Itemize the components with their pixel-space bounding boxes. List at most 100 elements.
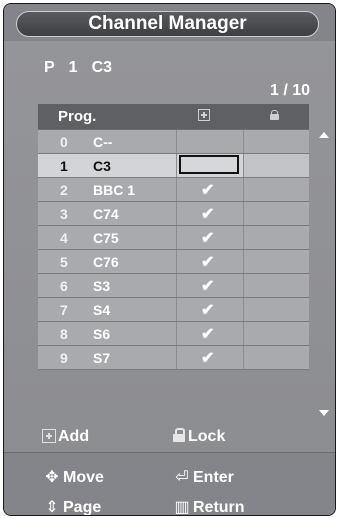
check-icon: ✔ <box>201 350 215 367</box>
lock-cell[interactable] <box>243 322 309 345</box>
footer-page-label: Page <box>63 499 102 516</box>
footer-enter: ⏎ Enter <box>174 467 234 487</box>
prog-number: 1 <box>60 158 68 174</box>
channel-manager-window: Channel Manager P 1 C3 1 / 10 Prog. 0 C-- 1 C… <box>3 3 336 516</box>
footer-move: ✥ Move <box>44 467 104 487</box>
footer-return-label: Return <box>193 499 245 516</box>
lock-cell[interactable] <box>243 178 309 201</box>
add-icon <box>42 429 56 443</box>
prog-cell: 9 S7 <box>38 346 176 369</box>
channel-row[interactable]: 4 C75 ✔ <box>38 226 309 250</box>
lock-cell[interactable] <box>243 130 309 153</box>
check-icon: ✔ <box>201 302 215 319</box>
page-title: Channel Manager <box>88 13 247 34</box>
lock-icon <box>172 428 186 443</box>
prog-number: 2 <box>60 182 68 198</box>
header-prog: Prog. <box>58 108 97 125</box>
channel-name: C76 <box>93 254 119 270</box>
check-icon: ✔ <box>201 206 215 223</box>
selection-cursor[interactable] <box>179 155 239 174</box>
channel-name: C-- <box>93 134 113 150</box>
prog-number: 5 <box>60 254 68 270</box>
channel-name: S7 <box>93 350 111 366</box>
channel-name: C75 <box>93 230 119 246</box>
check-icon: ✔ <box>201 182 215 199</box>
footer-move-label: Move <box>63 469 104 486</box>
legend-add-label: Add <box>58 428 90 445</box>
add-cell[interactable] <box>176 130 243 153</box>
check-icon: ✔ <box>201 278 215 295</box>
footer-help: ✥ Move ⏎ Enter ⇕ Page ▥ Return <box>4 452 335 516</box>
enter-icon: ⏎ <box>175 469 189 486</box>
legend-lock-label: Lock <box>188 428 226 445</box>
lock-cell[interactable] <box>243 250 309 273</box>
add-cell[interactable]: ✔ <box>176 346 243 369</box>
page-indicator: 1 / 10 <box>269 82 310 99</box>
prog-number: 4 <box>60 230 68 246</box>
channel-name: C3 <box>91 59 113 76</box>
lock-cell[interactable] <box>243 346 309 369</box>
prog-number: 0 <box>60 134 68 150</box>
add-icon <box>198 109 210 121</box>
channel-row[interactable]: 2 BBC 1 ✔ <box>38 178 309 202</box>
prog-cell: 3 C74 <box>38 202 176 225</box>
channel-row[interactable]: 8 S6 ✔ <box>38 322 309 346</box>
add-cell[interactable]: ✔ <box>176 274 243 297</box>
channel-row[interactable]: 3 C74 ✔ <box>38 202 309 226</box>
channel-name: S6 <box>93 326 111 342</box>
add-cell[interactable]: ✔ <box>176 322 243 345</box>
channel-row[interactable]: 5 C76 ✔ <box>38 250 309 274</box>
add-cell[interactable]: ✔ <box>176 178 243 201</box>
legend-lock: Lock <box>172 428 225 446</box>
prog-cell: 1 C3 <box>38 154 176 177</box>
prog-cell: 5 C76 <box>38 250 176 273</box>
return-icon: ▥ <box>174 499 190 516</box>
channel-table: Prog. 0 C-- 1 C3 2 BBC 1 ✔ 3 C74 ✔ 4 C75 ✔ 5 C76 ✔ 6 S3 ✔ 7… <box>38 104 309 370</box>
check-icon: ✔ <box>201 254 215 271</box>
page-updown-icon: ⇕ <box>45 499 59 516</box>
channel-row[interactable]: 9 S7 ✔ <box>38 346 309 370</box>
prog-cell: 8 S6 <box>38 322 176 345</box>
scroll-down-icon[interactable] <box>319 410 329 416</box>
prog-label: P <box>44 59 55 76</box>
prog-cell: 0 C-- <box>38 130 176 153</box>
prog-number: 8 <box>60 326 68 342</box>
prog-number: 6 <box>60 278 68 294</box>
channel-row[interactable]: 7 S4 ✔ <box>38 298 309 322</box>
lock-cell[interactable] <box>243 226 309 249</box>
scroll-up-icon[interactable] <box>319 132 329 138</box>
add-cell[interactable]: ✔ <box>176 298 243 321</box>
prog-cell: 2 BBC 1 <box>38 178 176 201</box>
prog-number: 7 <box>60 302 68 318</box>
channel-name: S3 <box>93 278 111 294</box>
channel-row[interactable]: 1 C3 <box>38 154 309 178</box>
lock-cell[interactable] <box>243 154 309 177</box>
title-pill: Channel Manager <box>16 11 319 37</box>
title-bar: Channel Manager <box>4 4 335 41</box>
add-cell[interactable]: ✔ <box>176 202 243 225</box>
lock-cell[interactable] <box>243 298 309 321</box>
channel-row[interactable]: 6 S3 ✔ <box>38 274 309 298</box>
add-cell[interactable]: ✔ <box>176 226 243 249</box>
add-cell[interactable] <box>176 154 243 177</box>
lock-cell[interactable] <box>243 202 309 225</box>
lock-icon <box>269 110 279 120</box>
add-cell[interactable]: ✔ <box>176 250 243 273</box>
lock-cell[interactable] <box>243 274 309 297</box>
channel-name: C3 <box>93 158 111 174</box>
move-arrows-icon: ✥ <box>45 469 59 486</box>
prog-number: 9 <box>60 350 68 366</box>
prog-cell: 6 S3 <box>38 274 176 297</box>
prog-number: 3 <box>60 206 68 222</box>
channel-row[interactable]: 0 C-- <box>38 130 309 154</box>
prog-cell: 4 C75 <box>38 226 176 249</box>
prog-cell: 7 S4 <box>38 298 176 321</box>
table-header: Prog. <box>38 104 309 130</box>
footer-return: ▥ Return <box>174 497 245 516</box>
current-channel-info: P 1 C3 <box>44 59 126 77</box>
check-icon: ✔ <box>201 326 215 343</box>
footer-page: ⇕ Page <box>44 497 102 516</box>
legend-add: Add <box>42 428 89 446</box>
channel-name: S4 <box>93 302 111 318</box>
check-icon: ✔ <box>201 230 215 247</box>
